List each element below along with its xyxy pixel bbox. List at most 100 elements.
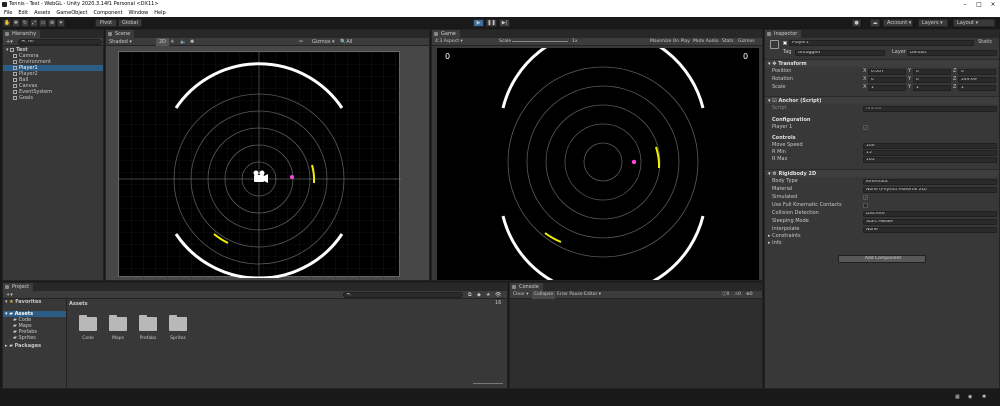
rigidbody-checkbox[interactable]: ✓ <box>863 195 868 200</box>
step-button[interactable]: ▶| <box>499 19 510 27</box>
transform-header[interactable]: ▾ ✥ Transform <box>765 59 999 67</box>
star-filter-icon[interactable]: ★ <box>486 291 490 299</box>
transform-z-field[interactable]: 149.69 <box>958 77 996 83</box>
play-button[interactable]: ▶ <box>473 19 484 27</box>
transform-x-field[interactable]: 0.007 <box>868 69 906 75</box>
scene-search[interactable]: 🔍All <box>340 38 352 46</box>
static-toggle[interactable]: Static <box>978 39 992 46</box>
packages-tree-item[interactable]: ▸ ▰ Packages <box>3 343 66 349</box>
project-search-input[interactable]: 🔍 <box>343 292 463 298</box>
tab-inspector[interactable]: Inspector <box>765 30 802 38</box>
lighting-icon[interactable]: ☀ <box>170 38 174 46</box>
layers-dropdown[interactable]: Layers ▾ <box>918 19 948 27</box>
collapse-toggle[interactable]: Collapse <box>532 291 556 299</box>
transform-z-field[interactable]: 0 <box>958 69 996 75</box>
maximize-on-play-toggle[interactable]: Maximize On Play <box>650 38 690 46</box>
close-icon[interactable]: × <box>986 0 1000 9</box>
rigidbody-field-input[interactable]: Discrete <box>863 211 997 217</box>
tab-console[interactable]: Console <box>510 283 543 291</box>
menu-item-assets[interactable]: Assets <box>34 10 50 16</box>
global-button[interactable]: Global <box>118 19 142 27</box>
rigidbody2d-header[interactable]: ▾ ⚙ Rigidbody 2D <box>765 169 999 177</box>
mute-audio-toggle[interactable]: Mute Audio <box>693 38 719 46</box>
folder-icon[interactable] <box>109 315 127 331</box>
rigidbody-field-input[interactable]: None (Physics Material 2D) <box>863 187 997 193</box>
account-dropdown[interactable]: Account ▾ <box>883 19 913 27</box>
rigidbody-field-input[interactable]: Start Awake <box>863 219 997 225</box>
layout-dropdown[interactable]: Layout ▾ <box>953 19 995 27</box>
active-checkbox[interactable] <box>783 41 787 45</box>
object-name-field[interactable]: Player1 <box>789 40 974 46</box>
player1-checkbox[interactable]: ✓ <box>863 125 868 130</box>
gizmos-dropdown[interactable]: Gizmos ▾ <box>312 38 335 46</box>
move-tool-icon[interactable]: ✥ <box>12 19 20 27</box>
transform-z-field[interactable]: 1 <box>958 85 996 91</box>
transform-x-field[interactable]: 1 <box>868 85 906 91</box>
game-viewport[interactable]: 0 0 <box>437 48 759 280</box>
collab-icon[interactable]: ● <box>852 19 861 27</box>
effects-icon[interactable]: ✺ <box>190 38 194 46</box>
constraints-foldout[interactable]: ▸ Constraints <box>768 233 801 240</box>
rect-tool-icon[interactable]: ▭ <box>39 19 47 27</box>
menu-item-edit[interactable]: Edit <box>18 10 28 16</box>
rigidbody-field-input[interactable]: None <box>863 227 997 233</box>
filter-type-icon[interactable]: ⧉ <box>468 291 472 299</box>
info-count[interactable]: ⓘ0 <box>722 291 729 299</box>
create-icon[interactable]: +▾ <box>6 291 13 299</box>
minimize-icon[interactable]: – <box>958 0 972 9</box>
transform-y-field[interactable]: 0 <box>913 77 951 83</box>
rigidbody-field-input[interactable]: Kinematic <box>863 179 997 185</box>
info-foldout[interactable]: ▸ Info <box>768 240 782 247</box>
tab-game[interactable]: Game <box>432 30 460 38</box>
menu-item-component[interactable]: Component <box>94 10 123 16</box>
custom-tool-icon[interactable]: ✦ <box>57 19 65 27</box>
anchor-field-input[interactable]: 165 <box>863 157 997 163</box>
maximize-icon[interactable]: □ <box>972 0 986 9</box>
rigidbody-checkbox[interactable] <box>863 203 868 208</box>
aspect-dropdown[interactable]: 4:3 Aspect ▾ <box>435 38 463 46</box>
project-tree-item[interactable]: ▰ Sprites <box>3 335 67 341</box>
hand-tool-icon[interactable]: ✋ <box>3 19 11 27</box>
editor-dropdown[interactable]: Editor ▾ <box>584 291 601 299</box>
warning-count[interactable]: ⚠0 <box>734 291 741 299</box>
error-count[interactable]: ⊗0 <box>746 291 753 299</box>
hierarchy-item[interactable]: Goals <box>3 95 103 101</box>
pause-button[interactable]: ❚❚ <box>486 19 497 27</box>
scene-viewport[interactable] <box>118 51 401 280</box>
stats-toggle[interactable]: Stats <box>722 38 734 46</box>
cloud-icon[interactable]: ☁ <box>870 19 880 27</box>
tab-project[interactable]: Project <box>3 283 34 291</box>
game-gizmos-toggle[interactable]: Gizmos <box>738 38 755 46</box>
add-icon[interactable]: +▾ <box>6 38 13 46</box>
favorites-item[interactable]: ▾ ★ Favorites <box>3 299 66 305</box>
folder-icon[interactable] <box>79 315 97 331</box>
transform-y-field[interactable]: 1 <box>913 85 951 91</box>
hierarchy-search-input[interactable]: 🔍 All <box>18 39 102 45</box>
anchor-field-input[interactable]: 15 <box>863 150 997 156</box>
2d-toggle[interactable]: 2D <box>156 38 170 46</box>
menu-item-window[interactable]: Window <box>129 10 149 16</box>
pivot-button[interactable]: Pivot <box>95 19 117 27</box>
filter-label-icon[interactable]: ◆ <box>477 291 481 299</box>
scale-tool-icon[interactable]: ⤢ <box>30 19 38 27</box>
anchor-field-input[interactable]: 100 <box>863 143 997 149</box>
tools-icon[interactable]: ✂ <box>299 38 303 46</box>
tab-hierarchy[interactable]: Hierarchy <box>3 30 41 38</box>
audio-icon[interactable]: 🔈 <box>180 38 186 46</box>
assets-breadcrumb[interactable]: Assets <box>69 300 499 308</box>
layer-dropdown[interactable]: Default <box>907 50 997 56</box>
clear-button[interactable]: Clear ▾ <box>513 291 528 299</box>
folder-icon[interactable] <box>139 315 157 331</box>
menu-item-file[interactable]: File <box>4 10 12 16</box>
error-pause-toggle[interactable]: Error Pause <box>557 291 583 299</box>
transform-y-field[interactable]: 0 <box>913 69 951 75</box>
shading-dropdown[interactable]: Shaded ▾ <box>109 38 132 46</box>
tag-dropdown[interactable]: Untagged <box>795 50 885 56</box>
transform-x-field[interactable]: 0 <box>868 77 906 83</box>
menu-item-help[interactable]: Help <box>154 10 165 16</box>
add-component-button[interactable]: Add Component <box>838 255 926 263</box>
menu-item-gameobject[interactable]: GameObject <box>56 10 87 16</box>
folder-icon[interactable] <box>169 315 187 331</box>
transform-tool-icon[interactable]: ⊕ <box>48 19 56 27</box>
scale-slider[interactable] <box>512 41 568 42</box>
